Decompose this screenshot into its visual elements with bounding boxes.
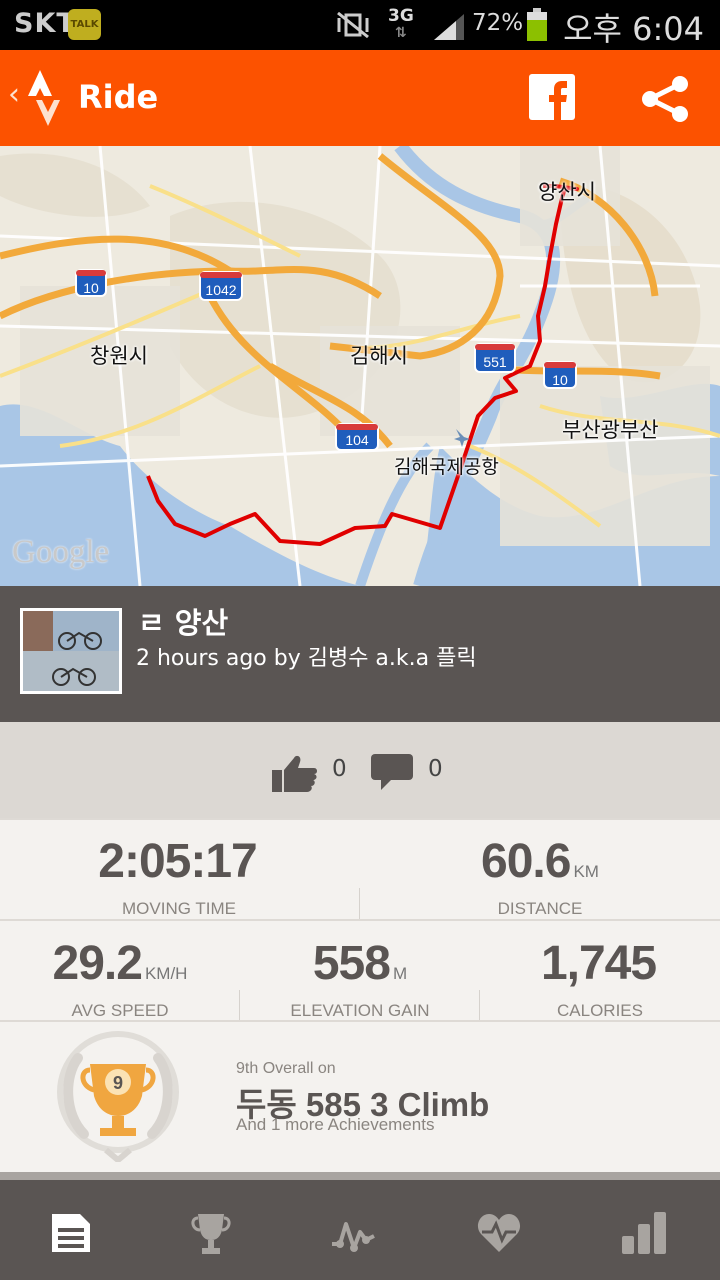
stat-elevation: 558 M ELEVATION GAIN xyxy=(240,940,480,1021)
achievements-icon[interactable] xyxy=(188,1210,234,1256)
distance-label: DISTANCE xyxy=(497,899,583,918)
avg-speed-label: AVG SPEED xyxy=(71,1001,169,1020)
comment-count: 0 xyxy=(428,756,443,782)
analysis-icon[interactable] xyxy=(330,1210,376,1256)
thumbs-up-icon[interactable] xyxy=(272,754,318,792)
route-10-left-label: 10 xyxy=(83,280,99,296)
signal-icon xyxy=(434,14,464,40)
network-label: 3G xyxy=(388,6,414,26)
calories-number: 1,745 xyxy=(540,937,657,990)
route-10-right-label: 10 xyxy=(552,372,568,388)
network-type: 3G ⇅ xyxy=(388,6,414,42)
distance-unit: KM xyxy=(573,862,599,881)
distance-value: 60.6 KM xyxy=(360,838,720,896)
overview-icon[interactable] xyxy=(48,1210,94,1256)
trophy-rank-number: 9 xyxy=(113,1073,123,1093)
bottom-tab-bar xyxy=(0,1172,720,1280)
moving-time-value: 2:05:17 xyxy=(0,838,358,896)
carrier-label: SKT xyxy=(14,8,76,39)
battery-percent: 72% xyxy=(472,10,524,36)
avg-speed-unit: KM/H xyxy=(144,964,188,983)
comment-icon[interactable] xyxy=(371,754,413,790)
vibrate-mute-icon xyxy=(337,12,369,38)
stat-calories: 1,745 CALORIES xyxy=(480,940,720,1021)
app-bar: ‹ Ride xyxy=(0,50,720,146)
status-bar: SKT TALK 3G ⇅ 72% 오후 6:04 xyxy=(0,0,720,50)
back-chevron-icon[interactable]: ‹ xyxy=(8,80,20,110)
stat-moving-time: 2:05:17 MOVING TIME xyxy=(0,838,358,919)
elevation-number: 558 xyxy=(312,937,391,990)
facebook-button[interactable] xyxy=(529,74,575,120)
divider xyxy=(0,818,720,820)
kudos-count: 0 xyxy=(332,756,347,782)
activity-photo[interactable] xyxy=(20,608,122,694)
facebook-icon xyxy=(549,81,567,120)
trophy-wreath-icon: 9 xyxy=(57,1031,179,1162)
route-map[interactable]: 10 1042 551 10 104 양산시 창원시 김해시 부산광부산 김해국… xyxy=(0,146,720,586)
social-row: 0 0 xyxy=(0,722,720,818)
map-label-airport: 김해국제공항 xyxy=(394,456,499,478)
calories-label: CALORIES xyxy=(557,1001,643,1020)
map-label-changwon: 창원시 xyxy=(90,344,148,368)
avg-speed-value: 29.2 KM/H xyxy=(0,940,240,998)
map-label-gimhae: 김해시 xyxy=(350,344,408,368)
map-label-busan: 부산광부산 xyxy=(562,418,659,442)
bike-photo-image xyxy=(23,611,119,691)
distance-number: 60.6 xyxy=(481,835,571,888)
route-104-label: 104 xyxy=(345,432,369,448)
achievement-rank: 9th Overall on xyxy=(236,1060,336,1077)
clock: 오후 6:04 xyxy=(563,10,704,48)
strava-logo-icon[interactable] xyxy=(24,70,68,126)
stat-avg-speed: 29.2 KM/H AVG SPEED xyxy=(0,940,240,1021)
moving-time-number: 2:05:17 xyxy=(98,835,257,888)
divider xyxy=(0,1020,720,1022)
data-arrows-icon: ⇅ xyxy=(395,25,407,41)
heart-rate-icon[interactable] xyxy=(476,1210,522,1256)
route-1042-label: 1042 xyxy=(205,282,236,298)
moving-time-label: MOVING TIME xyxy=(122,899,236,918)
activity-title: ㄹ 양산 xyxy=(138,606,229,640)
elevation-unit: M xyxy=(392,964,408,983)
kakaotalk-icon: TALK xyxy=(68,9,101,40)
activity-header: ㄹ 양산 2 hours ago by 김병수 a.k.a 플릭 xyxy=(0,586,720,722)
achievement-more: And 1 more Achievements xyxy=(236,1115,435,1134)
page-title: Ride xyxy=(78,78,159,116)
elevation-value: 558 M xyxy=(240,940,480,998)
stats-icon[interactable] xyxy=(622,1210,668,1256)
route-551-label: 551 xyxy=(483,354,507,370)
activity-subtitle: 2 hours ago by 김병수 a.k.a 플릭 xyxy=(136,646,477,671)
calories-value: 1,745 xyxy=(480,940,720,998)
avg-speed-number: 29.2 xyxy=(52,937,143,990)
divider xyxy=(0,919,720,921)
map-label-yangsan: 양산시 xyxy=(538,180,596,204)
google-attribution: Google xyxy=(12,534,110,570)
battery-icon xyxy=(527,8,547,41)
share-icon[interactable] xyxy=(640,74,690,124)
stat-distance: 60.6 KM DISTANCE xyxy=(360,838,720,919)
elevation-label: ELEVATION GAIN xyxy=(290,1001,430,1020)
